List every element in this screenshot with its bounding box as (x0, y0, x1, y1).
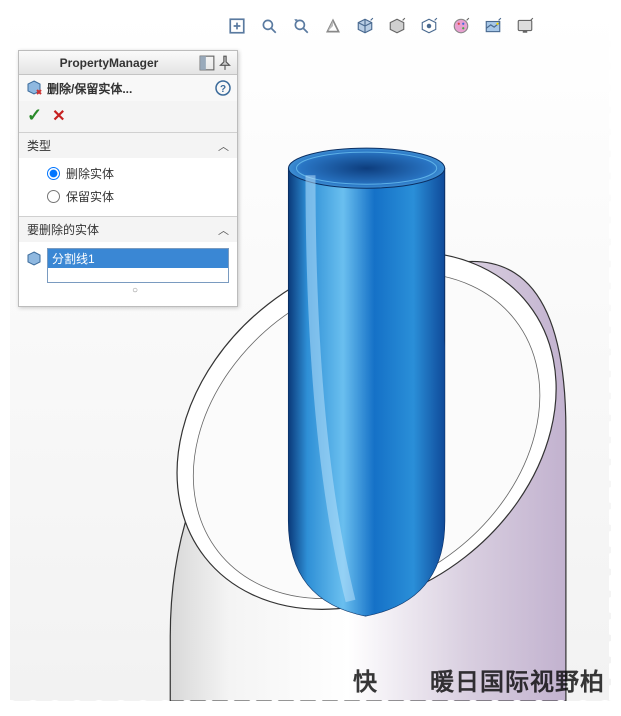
ok-button[interactable]: ✓ (27, 105, 42, 126)
section-view-icon[interactable] (324, 17, 342, 35)
radio-keep-bodies[interactable]: 保留实体 (47, 185, 227, 208)
view-settings-icon[interactable] (516, 17, 534, 35)
cancel-button[interactable]: ✕ (52, 106, 65, 126)
bodies-selection-list[interactable]: 分割线1 (47, 248, 229, 283)
watermark-part2: 暖日国际视野柏 (430, 662, 605, 697)
body-select-icon (25, 250, 43, 268)
watermark-text: 快 暖日国际视野柏 (353, 662, 605, 697)
property-manager-panel: PropertyManager 删除/保留实体... ? ✓ ✕ 类型 ︿ 删除… (18, 50, 238, 307)
selected-body-item[interactable]: 分割线1 (48, 249, 228, 268)
radio-keep-label: 保留实体 (66, 188, 114, 205)
confirm-row: ✓ ✕ (19, 101, 237, 132)
section-bodies: 要删除的实体 ︿ 分割线1 ○ (19, 216, 237, 306)
panel-pin-icon[interactable] (217, 55, 233, 71)
watermark-part1: 快 (353, 662, 378, 697)
zoom-fit-icon[interactable] (228, 17, 246, 35)
apply-scene-icon[interactable] (484, 17, 502, 35)
zoom-area-icon[interactable] (260, 17, 278, 35)
previous-view-icon[interactable] (292, 17, 310, 35)
display-style-icon[interactable] (388, 17, 406, 35)
chevron-up-icon: ︿ (218, 138, 229, 154)
delete-body-icon (25, 79, 43, 97)
panel-title: PropertyManager (19, 56, 199, 70)
section-type-title: 类型 (27, 137, 51, 154)
view-orientation-icon[interactable] (356, 17, 374, 35)
svg-text:?: ? (220, 84, 226, 95)
panel-titlebar: PropertyManager (19, 51, 237, 75)
radio-delete-label: 删除实体 (66, 165, 114, 182)
feature-name: 删除/保留实体... (47, 80, 215, 97)
radio-keep-input[interactable] (47, 190, 60, 203)
radio-delete-bodies[interactable]: 删除实体 (47, 162, 227, 185)
feature-header: 删除/保留实体... ? (19, 75, 237, 101)
section-bodies-header[interactable]: 要删除的实体 ︿ (19, 217, 237, 242)
section-type-header[interactable]: 类型 ︿ (19, 133, 237, 158)
chevron-up-icon: ︿ (218, 222, 229, 238)
radio-delete-input[interactable] (47, 167, 60, 180)
list-resize-grip[interactable]: ○ (47, 283, 229, 296)
hide-show-icon[interactable] (420, 17, 438, 35)
section-bodies-title: 要删除的实体 (27, 221, 99, 238)
panel-show-pane-icon[interactable] (199, 55, 215, 71)
edit-appearance-icon[interactable] (452, 17, 470, 35)
view-toolbar (160, 14, 601, 38)
help-icon[interactable]: ? (215, 80, 231, 96)
section-type: 类型 ︿ 删除实体 保留实体 (19, 132, 237, 216)
